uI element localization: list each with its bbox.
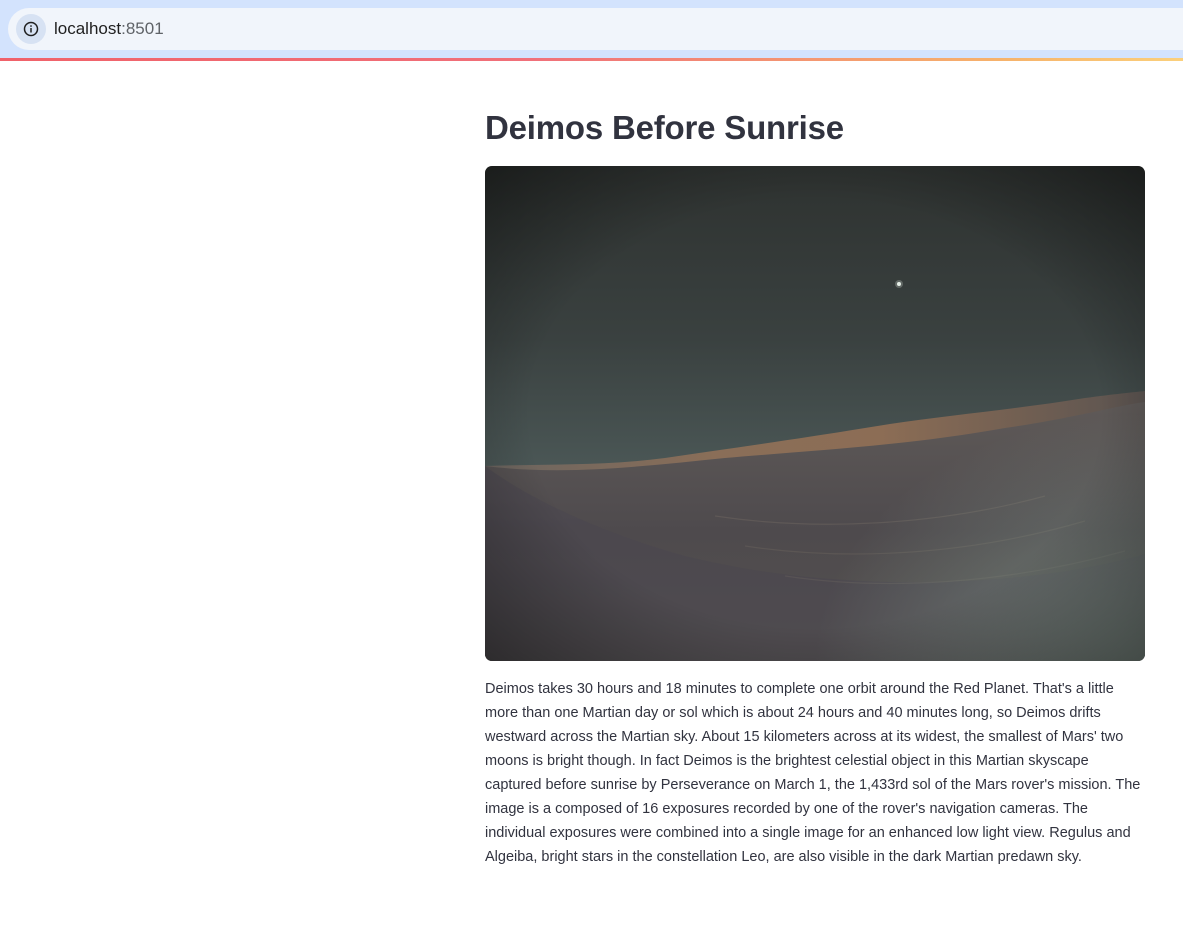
info-icon	[23, 21, 39, 37]
deimos-photo	[485, 166, 1145, 661]
address-bar[interactable]: localhost:8501	[8, 8, 1183, 50]
site-info-button[interactable]	[16, 14, 46, 44]
image-caption: Deimos takes 30 hours and 18 minutes to …	[485, 681, 1141, 865]
url-host: localhost	[54, 19, 122, 38]
page-accent-line	[0, 58, 1183, 61]
url-text[interactable]: localhost:8501	[54, 19, 164, 39]
url-port: :8501	[121, 19, 164, 38]
browser-toolbar: localhost:8501	[0, 0, 1183, 58]
mars-skyscape-image	[485, 166, 1145, 661]
page-title: Deimos Before Sunrise	[485, 109, 844, 146]
